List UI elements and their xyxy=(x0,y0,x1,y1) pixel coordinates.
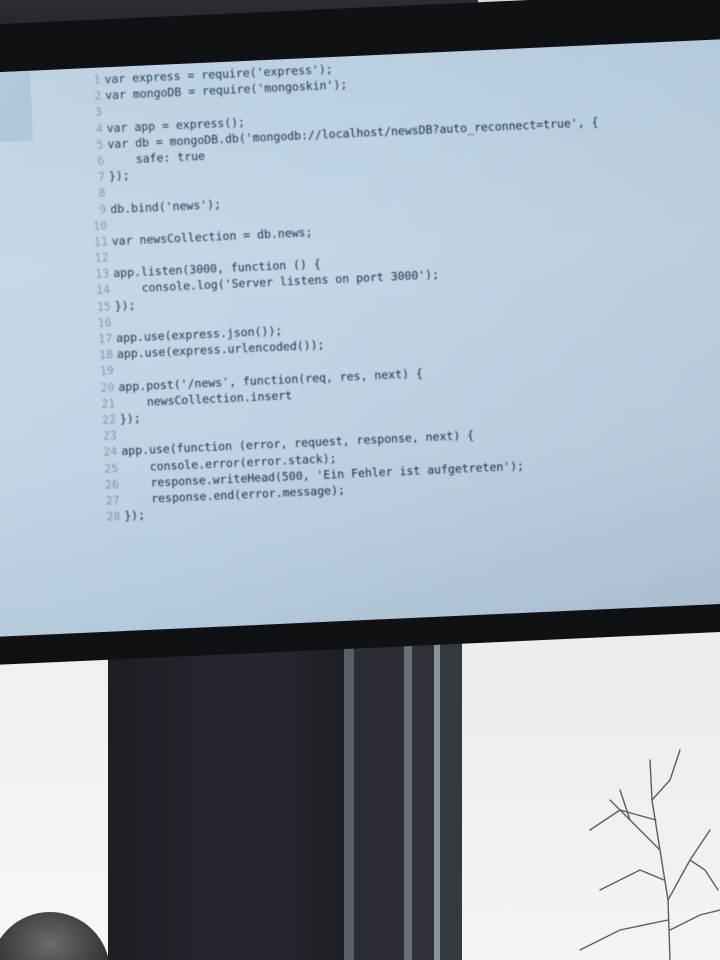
line-number: 13 xyxy=(95,266,110,282)
code-text: }); xyxy=(108,168,130,184)
monitor: 1 var express = require('express'); 2 var m… xyxy=(0,0,720,666)
line-number: 28 xyxy=(106,509,121,524)
editor-sidebar xyxy=(0,70,34,144)
line-number: 2 xyxy=(93,88,102,103)
photo-scene: 1 var express = require('express'); 2 var m… xyxy=(0,0,720,960)
line-number: 1 xyxy=(93,72,101,87)
line-number: 17 xyxy=(98,331,113,346)
line-number: 21 xyxy=(100,395,116,411)
bare-tree xyxy=(579,749,720,960)
line-number: 7 xyxy=(97,169,106,184)
code-text: safe: true xyxy=(107,148,206,168)
window-left xyxy=(0,620,112,960)
line-number: 5 xyxy=(96,137,104,152)
line-number: 26 xyxy=(104,476,120,492)
line-number: 6 xyxy=(96,153,105,168)
line-number: 4 xyxy=(95,121,103,136)
line-number: 23 xyxy=(102,428,117,443)
line-number: 9 xyxy=(99,201,107,217)
window-frame xyxy=(440,596,462,960)
line-number: 15 xyxy=(96,298,112,314)
code-text: }); xyxy=(119,410,141,426)
line-number: 11 xyxy=(93,234,109,249)
line-number: 12 xyxy=(94,250,109,266)
line-number: 19 xyxy=(99,363,114,379)
window-frame xyxy=(344,596,354,960)
line-number: 3 xyxy=(94,104,103,120)
line-number: 20 xyxy=(100,379,115,395)
line-number: 22 xyxy=(101,412,117,427)
code-editor-screen: 1 var express = require('express'); 2 var m… xyxy=(0,38,720,637)
line-number: 27 xyxy=(105,492,120,508)
code-text: }); xyxy=(123,508,146,523)
line-number: 8 xyxy=(98,185,106,201)
code-text: }); xyxy=(114,297,136,313)
line-number: 10 xyxy=(92,218,108,233)
line-number: 16 xyxy=(97,315,112,330)
line-number: 14 xyxy=(95,282,111,298)
line-number: 18 xyxy=(98,347,114,363)
window-frame xyxy=(354,596,404,960)
line-number: 24 xyxy=(103,444,118,460)
window-frame xyxy=(404,596,412,960)
line-number: 25 xyxy=(103,460,119,476)
window-frame xyxy=(412,596,434,960)
code-area[interactable]: 1 var express = require('express'); 2 var m… xyxy=(78,49,616,525)
